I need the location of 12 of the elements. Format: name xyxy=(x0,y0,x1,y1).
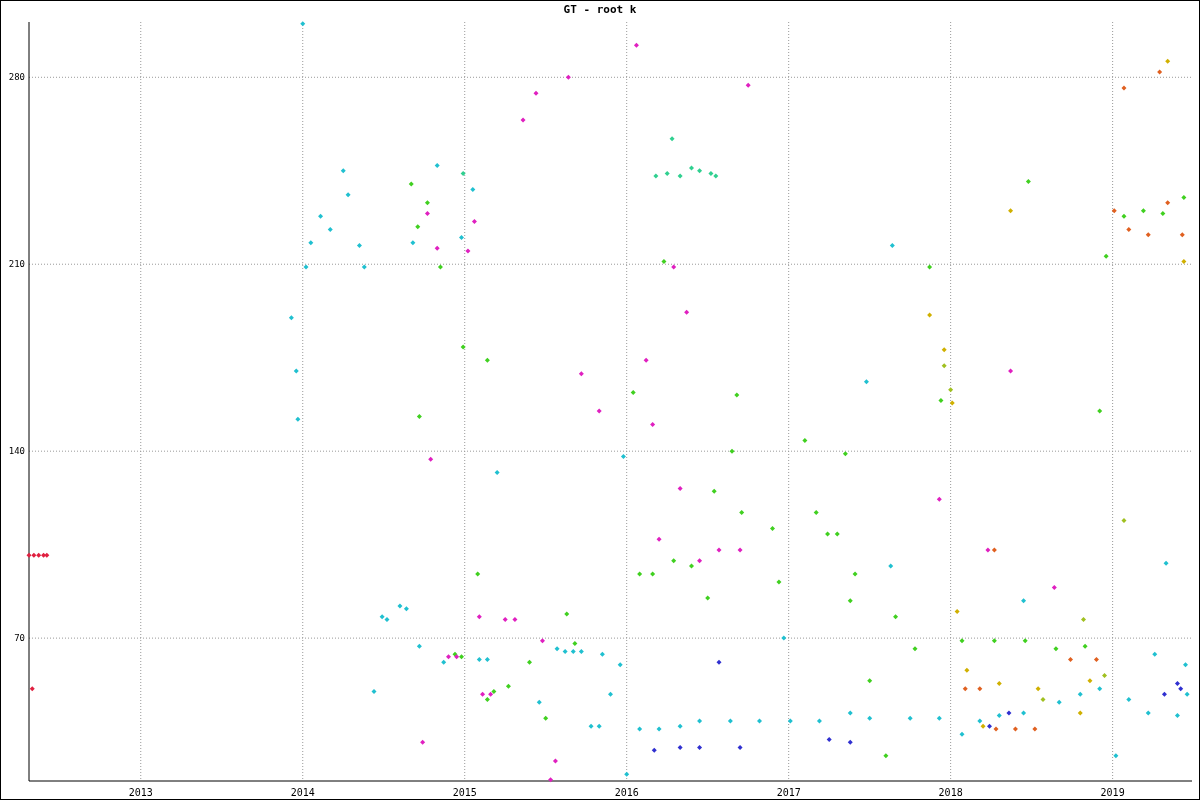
y-tick-label: 280 xyxy=(8,72,25,83)
x-tick-label: 2014 xyxy=(290,787,315,798)
x-tick-label: 2016 xyxy=(614,787,639,798)
y-tick-label: 70 xyxy=(14,633,25,644)
x-tick-label: 2015 xyxy=(452,787,477,798)
y-tick-label: 140 xyxy=(8,446,25,457)
x-tick-label: 2017 xyxy=(776,787,801,798)
x-tick-label: 2013 xyxy=(128,787,153,798)
chart-title: GT - root k xyxy=(563,3,637,16)
x-tick-label: 2018 xyxy=(938,787,963,798)
x-tick-label: 2019 xyxy=(1100,787,1125,798)
y-tick-label: 210 xyxy=(8,259,25,270)
